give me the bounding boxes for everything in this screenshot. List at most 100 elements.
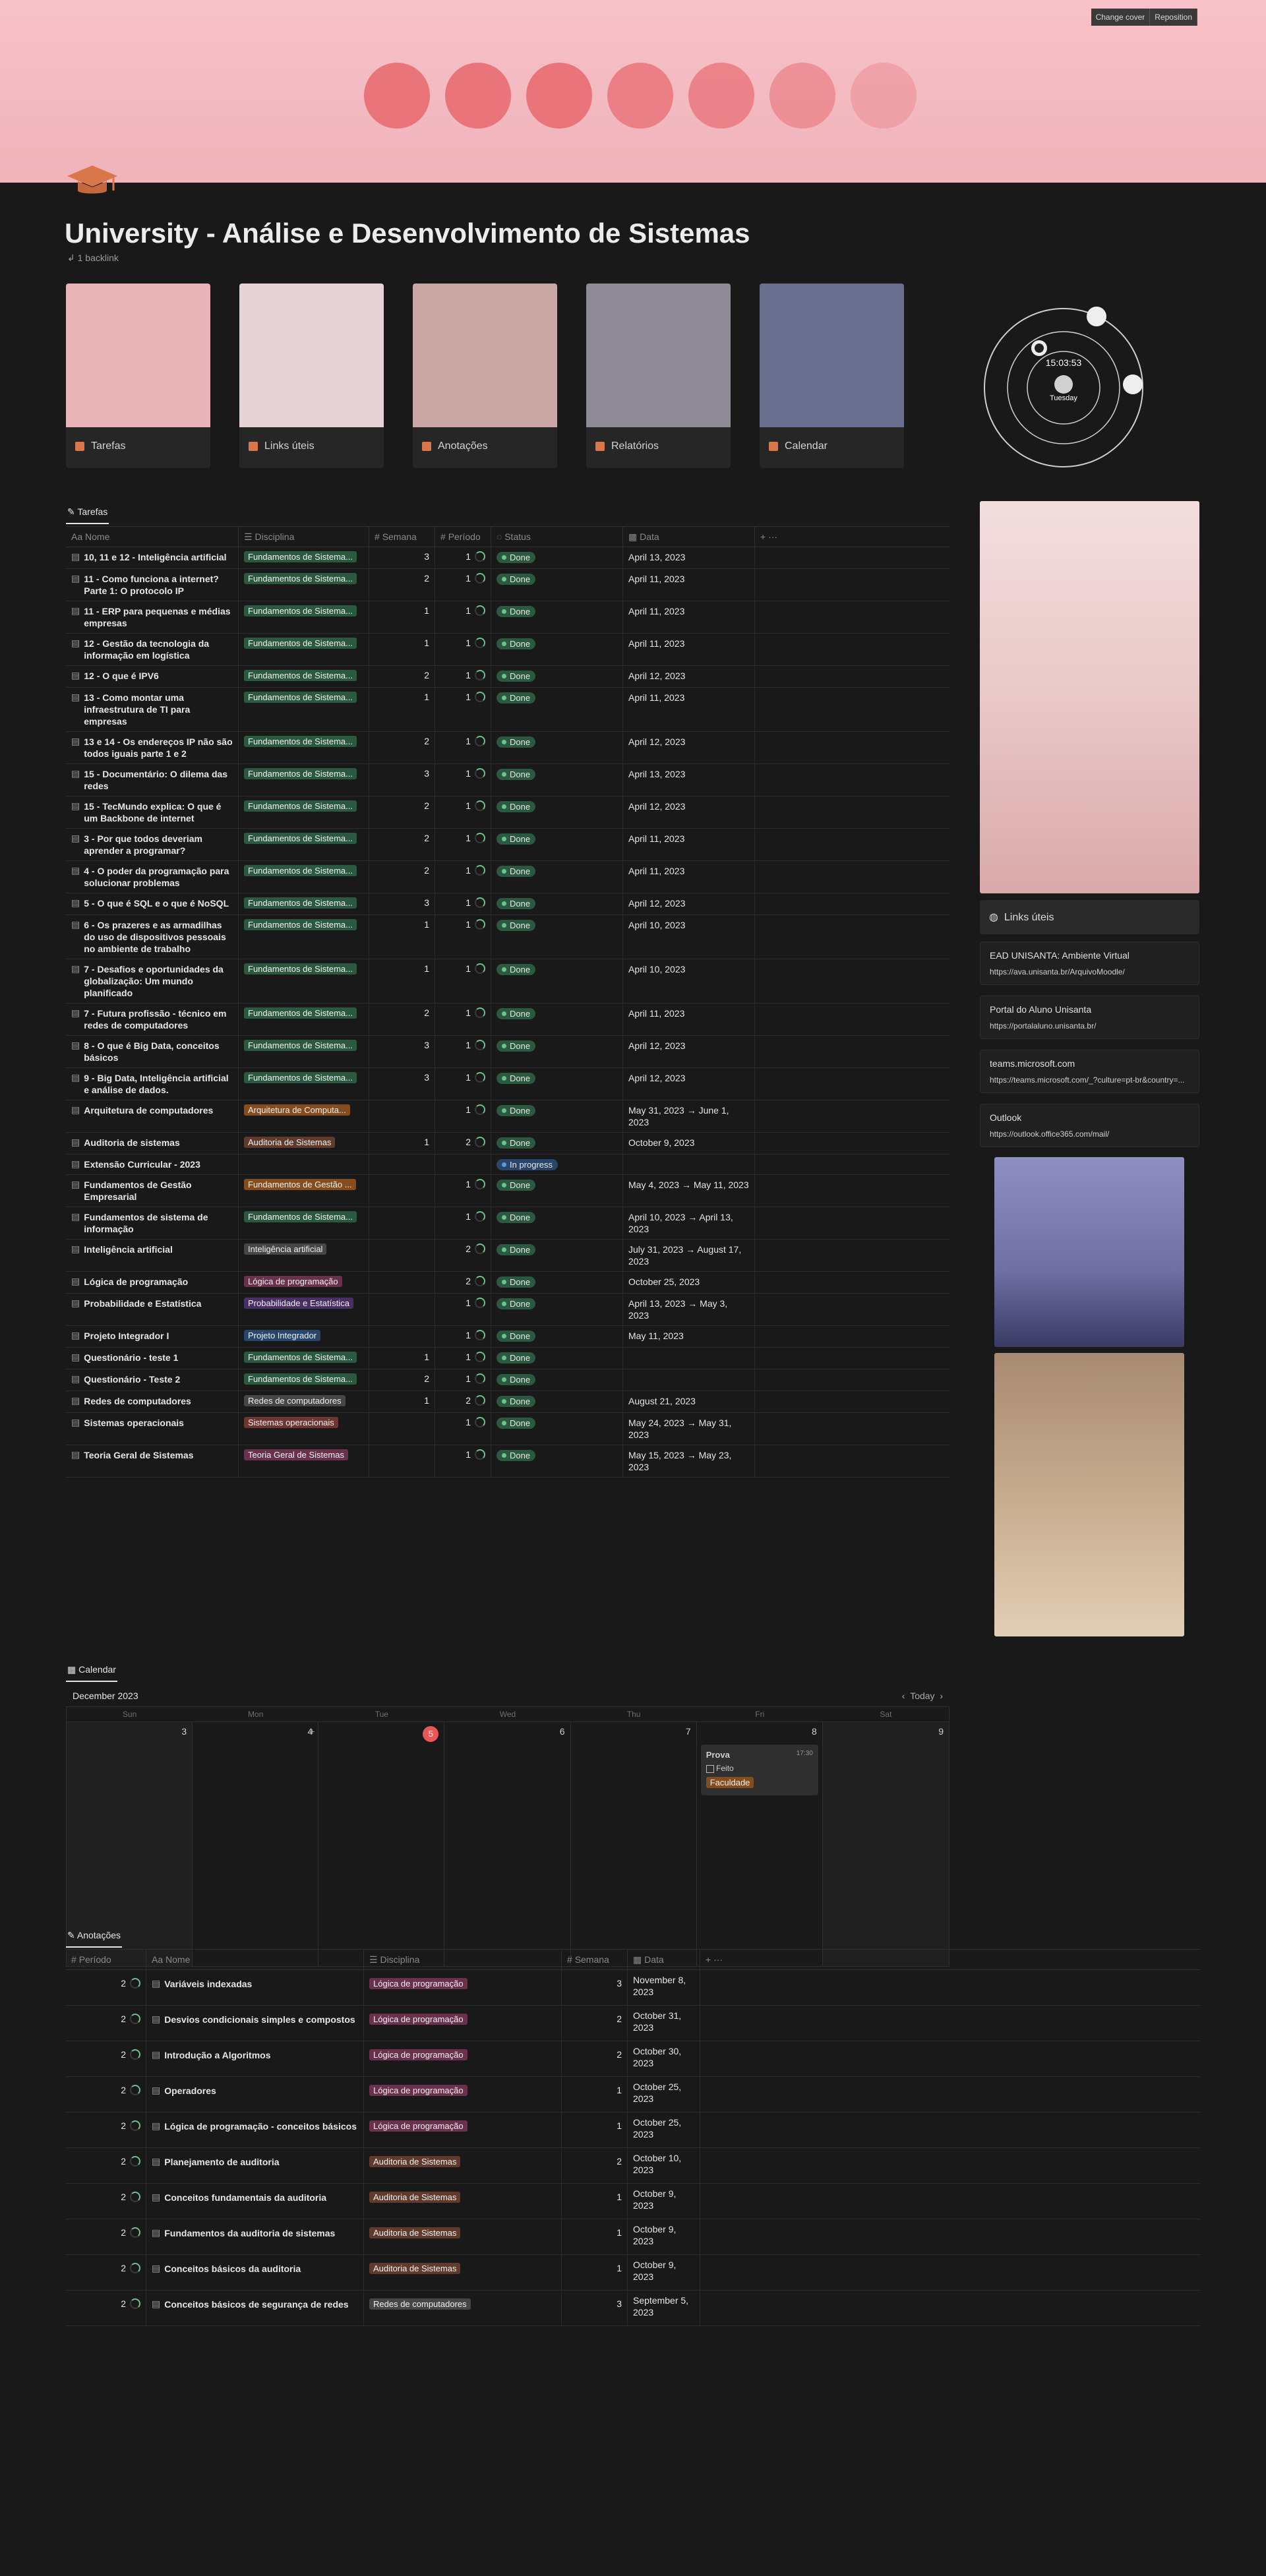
cell-semana[interactable]: 3: [369, 547, 435, 568]
cell-periodo[interactable]: 1: [435, 1175, 491, 1207]
cell-status[interactable]: Done: [491, 688, 623, 731]
table-row[interactable]: ▤ Inteligência artificial Inteligência art…: [66, 1240, 950, 1272]
cell-periodo[interactable]: 2: [66, 2148, 146, 2183]
table-row[interactable]: ▤ Redes de computadores Redes de computado…: [66, 1391, 950, 1413]
cell-data[interactable]: April 12, 2023: [623, 1068, 755, 1100]
cell-status[interactable]: Done: [491, 764, 623, 796]
cell-status[interactable]: Done: [491, 1272, 623, 1293]
tab-tarefas[interactable]: ✎ Tarefas: [66, 504, 109, 524]
table-row[interactable]: 2 ▤ Conceitos básicos de segurança de rede…: [66, 2291, 1200, 2326]
cell-nome[interactable]: ▤ Projeto Integrador I: [66, 1326, 239, 1347]
cell-semana[interactable]: 2: [369, 569, 435, 601]
cell-data[interactable]: May 4, 2023 → May 11, 2023: [623, 1175, 755, 1207]
col-nome[interactable]: Aa Nome: [66, 527, 239, 547]
cell-status[interactable]: Done: [491, 829, 623, 860]
cell-periodo[interactable]: 1: [435, 764, 491, 796]
graduation-cap-icon[interactable]: [66, 162, 119, 201]
cell-status[interactable]: Done: [491, 1240, 623, 1271]
cell-periodo[interactable]: 1: [435, 861, 491, 893]
cell-nome[interactable]: ▤ 11 - Como funciona a internet? Parte 1:…: [66, 569, 239, 601]
cell-data[interactable]: October 25, 2023: [628, 2112, 700, 2147]
cell-disciplina[interactable]: Lógica de programação: [239, 1272, 369, 1293]
cell-nome[interactable]: ▤ 15 - Documentário: O dilema das redes: [66, 764, 239, 796]
cell-status[interactable]: Done: [491, 634, 623, 665]
cell-periodo[interactable]: 2: [435, 1272, 491, 1293]
cell-disciplina[interactable]: Fundamentos de Sistema...: [239, 764, 369, 796]
cell-disciplina[interactable]: Fundamentos de Sistema...: [239, 547, 369, 568]
table-row[interactable]: ▤ 4 - O poder da programação para solucio…: [66, 861, 950, 893]
cell-disciplina[interactable]: Fundamentos de Gestão ...: [239, 1175, 369, 1207]
cell-status[interactable]: Done: [491, 1003, 623, 1035]
cell-nome[interactable]: ▤ Questionário - teste 1: [66, 1348, 239, 1369]
cell-nome[interactable]: ▤ Extensão Curricular - 2023: [66, 1154, 239, 1174]
table-row[interactable]: ▤ 8 - O que é Big Data, conceitos básicos…: [66, 1036, 950, 1068]
cell-semana[interactable]: 1: [562, 2184, 628, 2219]
col-data[interactable]: ▦ Data: [628, 1950, 700, 1969]
cell-status[interactable]: Done: [491, 547, 623, 568]
cell-nome[interactable]: ▤ 4 - O poder da programação para solucio…: [66, 861, 239, 893]
cell-periodo[interactable]: 1: [435, 1294, 491, 1325]
cell-periodo[interactable]: 2: [435, 1391, 491, 1412]
cell-nome[interactable]: ▤ 5 - O que é SQL e o que é NoSQL: [66, 893, 239, 914]
cell-periodo[interactable]: 2: [66, 2219, 146, 2254]
cell-disciplina[interactable]: [239, 1154, 369, 1174]
cell-disciplina[interactable]: Lógica de programação: [364, 1970, 562, 2005]
table-row[interactable]: ▤ 6 - Os prazeres e as armadilhas do uso …: [66, 915, 950, 959]
cell-periodo[interactable]: 1: [435, 1003, 491, 1035]
cell-data[interactable]: April 12, 2023: [623, 732, 755, 764]
cell-nome[interactable]: ▤ Questionário - Teste 2: [66, 1369, 239, 1391]
cell-disciplina[interactable]: Fundamentos de Sistema...: [239, 1068, 369, 1100]
cell-data[interactable]: April 13, 2023: [623, 764, 755, 796]
cell-periodo[interactable]: 1: [435, 1100, 491, 1132]
today-button[interactable]: Today: [910, 1691, 934, 1701]
table-row[interactable]: 2 ▤ Introdução a Algoritmos Lógica de progr…: [66, 2041, 1200, 2077]
calendar-day[interactable]: 6: [444, 1722, 571, 1966]
cell-data[interactable]: [623, 1369, 755, 1391]
table-row[interactable]: 2 ▤ Planejamento de auditoria Auditoria de …: [66, 2148, 1200, 2184]
cell-semana[interactable]: 3: [369, 764, 435, 796]
table-row[interactable]: ▤ 10, 11 e 12 - Inteligência artificial Fu…: [66, 547, 950, 569]
cell-status[interactable]: Done: [491, 1207, 623, 1239]
cell-periodo[interactable]: 1: [435, 1413, 491, 1445]
cell-nome[interactable]: ▤ Variáveis indexadas: [146, 1970, 364, 2005]
cell-disciplina[interactable]: Lógica de programação: [364, 2006, 562, 2041]
cell-semana[interactable]: 1: [369, 1348, 435, 1369]
backlink-link[interactable]: ↲ 1 backlink: [67, 253, 119, 264]
cell-periodo[interactable]: 1: [435, 1445, 491, 1477]
cell-nome[interactable]: ▤ Lógica de programação: [66, 1272, 239, 1293]
cell-status[interactable]: Done: [491, 1175, 623, 1207]
cell-disciplina[interactable]: Fundamentos de Sistema...: [239, 959, 369, 1003]
link-teams[interactable]: teams.microsoft.com https://teams.microso…: [980, 1050, 1199, 1093]
cell-nome[interactable]: ▤ Fundamentos de Gestão Empresarial: [66, 1175, 239, 1207]
cell-data[interactable]: April 11, 2023: [623, 634, 755, 665]
cell-nome[interactable]: ▤ 12 - Gestão da tecnologia da informação…: [66, 634, 239, 665]
cell-semana[interactable]: [369, 1445, 435, 1477]
table-row[interactable]: ▤ 5 - O que é SQL e o que é NoSQL Fundamen…: [66, 893, 950, 915]
cell-periodo[interactable]: 1: [435, 829, 491, 860]
cell-disciplina[interactable]: Fundamentos de Sistema...: [239, 666, 369, 687]
cell-disciplina[interactable]: Arquitetura de Computa...: [239, 1100, 369, 1132]
cell-nome[interactable]: ▤ Sistemas operacionais: [66, 1413, 239, 1445]
cell-periodo[interactable]: 2: [66, 2291, 146, 2325]
cell-semana[interactable]: 1: [369, 915, 435, 959]
card-anotacoes[interactable]: Anotações: [413, 284, 557, 468]
cell-disciplina[interactable]: Inteligência artificial: [239, 1240, 369, 1271]
cell-periodo[interactable]: 1: [435, 1068, 491, 1100]
table-row[interactable]: ▤ 9 - Big Data, Inteligência artificial e…: [66, 1068, 950, 1100]
card-tarefas[interactable]: Tarefas: [66, 284, 210, 468]
table-row[interactable]: 2 ▤ Desvios condicionais simples e compost…: [66, 2006, 1200, 2041]
cell-semana[interactable]: [369, 1175, 435, 1207]
cell-disciplina[interactable]: Lógica de programação: [364, 2041, 562, 2076]
cell-data[interactable]: October 30, 2023: [628, 2041, 700, 2076]
cell-periodo[interactable]: 2: [66, 2006, 146, 2041]
table-row[interactable]: ▤ 3 - Por que todos deveriam aprender a p…: [66, 829, 950, 861]
table-row[interactable]: 2 ▤ Conceitos fundamentais da auditoria Aud…: [66, 2184, 1200, 2219]
cell-disciplina[interactable]: Fundamentos de Sistema...: [239, 634, 369, 665]
cell-periodo[interactable]: 2: [66, 2184, 146, 2219]
cell-semana[interactable]: 2: [369, 829, 435, 860]
cell-disciplina[interactable]: Fundamentos de Sistema...: [239, 1003, 369, 1035]
cell-data[interactable]: May 31, 2023 → June 1, 2023: [623, 1100, 755, 1132]
prev-month-button[interactable]: ‹: [902, 1691, 905, 1701]
cell-data[interactable]: April 12, 2023: [623, 796, 755, 828]
cell-data[interactable]: May 24, 2023 → May 31, 2023: [623, 1413, 755, 1445]
